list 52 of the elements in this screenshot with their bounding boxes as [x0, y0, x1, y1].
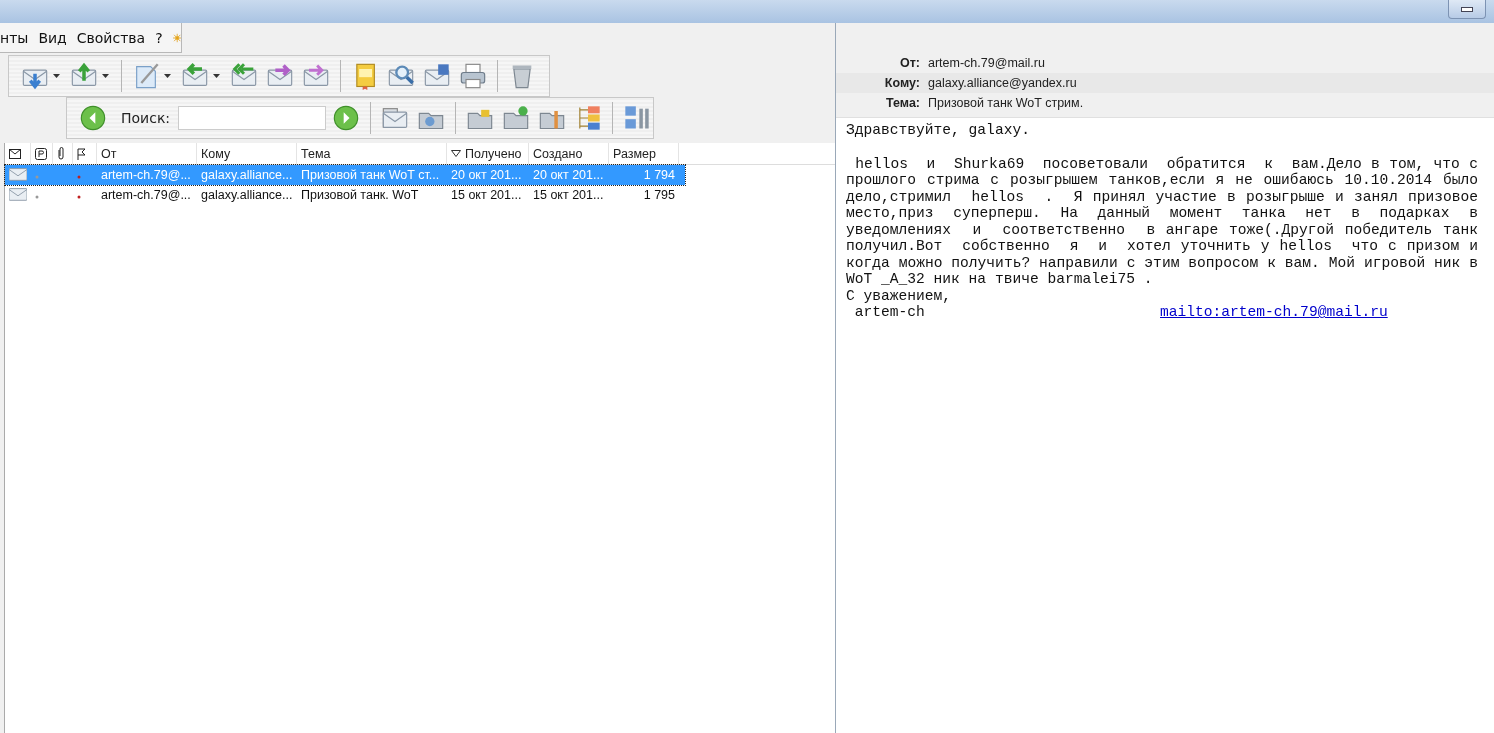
header-label: От:: [899, 56, 920, 70]
menu-item[interactable]: ?: [155, 29, 163, 46]
column-header[interactable]: Кому: [201, 146, 231, 161]
header-value: Призовой танк WoT стрим.: [928, 96, 1085, 110]
dot-icon: [77, 175, 81, 179]
closing-text: С уважением,: [846, 287, 953, 304]
column-header[interactable]: Получено: [465, 146, 522, 161]
signature-text: artem-ch: [853, 304, 926, 321]
greeting-text: Здравствуйте, galaxy.: [846, 122, 1031, 139]
table-cell-text: artem-ch.79@...: [100, 168, 192, 182]
column-header[interactable]: Создано: [533, 146, 583, 161]
envelope-icon: [9, 148, 21, 159]
dot-icon: [35, 175, 39, 179]
message-body: hellos и Shurka69 посоветовали обратится к вам.Дело в том, что с прошлого стрима с розыгрышем танков,если я не ошибаюсь 10.10.2014 было дело,стримил hellos . Я принял участие в розыгрыше и занял призовое место,приз суперперш. На данный момент танка нет в подарках в уведомлениях и соответственно в ангаре тоже(.Другой победитель танк получил.Вот собственно я и хотел уточнить у hellos что с призом и когда можно получить? направили с этим вопросом к вам. Мой игровой ник в WoT _A_32 ник на твиче barmalei75 .: [846, 155, 1478, 288]
menu-item[interactable]: нты: [0, 29, 29, 46]
column-header[interactable]: Тема: [301, 146, 331, 161]
dot-icon: [35, 195, 39, 199]
paperclip-icon: [57, 147, 65, 160]
header-value: galaxy.alliance@yandex.ru: [928, 76, 1078, 90]
search-label: Поиск:: [121, 110, 171, 126]
envelope-icon: [9, 185, 27, 202]
table-cell-text: artem-ch.79@...: [100, 188, 192, 202]
caret-icon[interactable]: [102, 74, 109, 78]
header-value: artem-ch.79@mail.ru: [928, 56, 1046, 70]
table-cell-text: 20 окт 201...: [450, 168, 523, 182]
column-header[interactable]: Размер: [613, 146, 656, 161]
table-cell-text: 15 окт 201...: [450, 188, 523, 202]
column-header[interactable]: От: [101, 146, 117, 161]
header-label: Тема:: [885, 96, 920, 110]
table-cell-text: 1 795: [642, 188, 676, 202]
table-cell-text: galaxy.alliance...: [200, 168, 294, 182]
message-row[interactable]: artem-ch.79@... galaxy.alliance... Призовой танк. WoT 15 окт 201... 15 окт 201... 1 795: [5, 185, 685, 205]
search-field[interactable]: [178, 106, 327, 130]
caret-icon[interactable]: [164, 74, 171, 78]
table-cell-text: 1 794: [642, 168, 676, 182]
header-label: Кому:: [883, 76, 920, 90]
table-cell-text: 15 окт 201...: [532, 188, 605, 202]
menu-item[interactable]: Вид: [38, 29, 67, 46]
table-cell-text: galaxy.alliance...: [200, 188, 294, 202]
email-link[interactable]: mailto:artem-ch.79@mail.ru: [1160, 304, 1388, 321]
caret-icon[interactable]: [53, 74, 60, 78]
priority-icon: [35, 147, 47, 160]
table-cell-text: Призовой танк. WoT: [300, 188, 420, 202]
dot-icon: [77, 195, 81, 199]
table-cell-text: 20 окт 201...: [532, 168, 605, 182]
flag-icon: [77, 147, 86, 160]
minimize-button[interactable]: [1448, 0, 1486, 19]
menu-item[interactable]: Свойства: [76, 29, 146, 46]
sort-icon: [451, 150, 461, 157]
envelope-icon: [9, 165, 27, 182]
table-cell-text: Призовой танк WoT ст...: [300, 168, 441, 182]
caret-icon[interactable]: [213, 74, 220, 78]
